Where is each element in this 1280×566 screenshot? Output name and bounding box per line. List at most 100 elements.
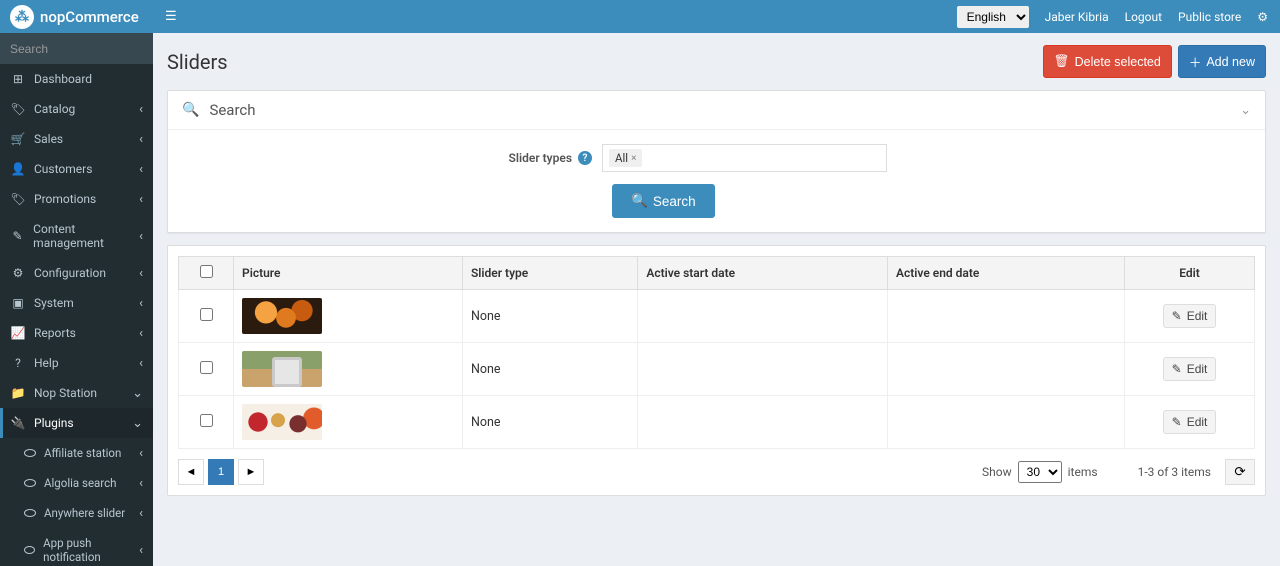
search-panel: 🔍 Search ⌄ Slider types ? All × 🔍 (167, 90, 1266, 233)
logout-link[interactable]: Logout (1125, 10, 1162, 24)
menu-icon: ▣ (10, 296, 26, 310)
pager-prev[interactable]: ◄ (178, 459, 204, 485)
pager-page-1[interactable]: 1 (208, 459, 234, 485)
menu-icon: ? (10, 356, 26, 370)
col-active-start: Active start date (638, 257, 888, 290)
items-info: 1-3 of 3 items (1138, 465, 1211, 479)
user-link[interactable]: Jaber Kibria (1045, 10, 1109, 24)
edit-button[interactable]: ✎ Edit (1163, 357, 1217, 381)
slider-types-tag-all[interactable]: All × (609, 149, 642, 167)
cell-active-start (638, 343, 888, 396)
sidebar-sub-algolia-search[interactable]: Algolia search (0, 468, 153, 498)
trash-icon: 🗑 (1054, 54, 1070, 69)
row-checkbox[interactable] (200, 361, 213, 374)
search-icon: 🔍 (182, 102, 199, 118)
circle-icon (24, 546, 35, 554)
menu-icon: 👤 (10, 162, 26, 176)
sidebar-search-input[interactable] (10, 42, 153, 56)
sidebar-item-reports[interactable]: 📈Reports (0, 318, 153, 348)
slider-thumbnail (242, 351, 322, 387)
select-all-checkbox[interactable] (200, 265, 213, 278)
col-slider-type: Slider type (462, 257, 637, 290)
sidebar-item-sales[interactable]: 🛒Sales (0, 124, 153, 154)
brand-text: nopCommerce (40, 8, 139, 26)
sidebar-toggle[interactable]: ☰ (153, 9, 189, 24)
cell-active-start (638, 396, 888, 449)
page-size-select[interactable]: 30 (1018, 461, 1062, 483)
edit-button[interactable]: ✎ Edit (1163, 304, 1217, 328)
sidebar-item-label: Configuration (34, 266, 106, 280)
search-panel-title: Search (209, 101, 255, 119)
slider-thumbnail (242, 404, 322, 440)
slider-types-row: Slider types ? All × (182, 144, 1251, 172)
sidebar-search[interactable]: 🔍 (0, 33, 153, 64)
slider-types-input[interactable]: All × (602, 144, 887, 172)
col-active-end: Active end date (887, 257, 1124, 290)
row-checkbox[interactable] (200, 414, 213, 427)
page-size-wrap: Show 30 items (982, 461, 1098, 483)
search-button[interactable]: 🔍 Search (612, 184, 715, 218)
sidebar-item-help[interactable]: ? Help (0, 348, 153, 378)
sidebar-item-configuration[interactable]: ⚙Configuration (0, 258, 153, 288)
sidebar-item-label: Dashboard (34, 72, 92, 86)
sidebar-item-dashboard[interactable]: ⊞Dashboard (0, 64, 153, 94)
nav-right: English Jaber Kibria Logout Public store… (957, 6, 1280, 28)
sliders-table: Picture Slider type Active start date Ac… (178, 256, 1255, 449)
edit-button[interactable]: ✎ Edit (1163, 410, 1217, 434)
edit-label: Edit (1187, 309, 1208, 323)
search-panel-body: Slider types ? All × 🔍 Search (168, 130, 1265, 232)
cell-active-end (887, 396, 1124, 449)
pager: ◄ 1 ► (178, 459, 264, 485)
menu-icon: 🛒 (10, 132, 26, 146)
sidebar-item-label: Nop Station (34, 386, 97, 400)
pager-next[interactable]: ► (238, 459, 264, 485)
language-select[interactable]: English (957, 6, 1029, 28)
add-new-button[interactable]: ＋ Add new (1178, 45, 1266, 78)
menu-icon: 🔌 (10, 416, 26, 430)
search-button-row: 🔍 Search (182, 184, 1251, 218)
sidebar-item-system[interactable]: ▣ System (0, 288, 153, 318)
row-checkbox[interactable] (200, 308, 213, 321)
menu-icon: 📈 (10, 326, 26, 340)
sidebar-item-customers[interactable]: 👤Customers (0, 154, 153, 184)
table-footer: ◄ 1 ► Show 30 items 1-3 of 3 items ⟳ (178, 459, 1255, 485)
delete-selected-button[interactable]: 🗑 Delete selected (1043, 45, 1172, 78)
add-new-label: Add new (1206, 55, 1255, 69)
cell-slider-type: None (462, 343, 637, 396)
pencil-icon: ✎ (1172, 415, 1182, 429)
sidebar-sub-affiliate-station[interactable]: Affiliate station (0, 438, 153, 468)
show-label: Show (982, 465, 1012, 479)
help-icon[interactable]: ? (578, 151, 592, 165)
sidebar-item-promotions[interactable]: 🏷Promotions (0, 184, 153, 214)
public-store-link[interactable]: Public store (1178, 10, 1241, 24)
sidebar-sub-app-push-notification[interactable]: App push notification (0, 528, 153, 566)
sidebar-item-content-management[interactable]: ✎Content management (0, 214, 153, 258)
navbar: ⁂ nopCommerce ☰ English Jaber Kibria Log… (0, 0, 1280, 33)
slider-thumbnail (242, 298, 322, 334)
sidebar-item-label: System (34, 296, 74, 310)
edit-label: Edit (1187, 362, 1208, 376)
table-row: None✎ Edit (179, 396, 1255, 449)
slider-types-label: Slider types (509, 151, 572, 165)
sidebar-item-catalog[interactable]: 🏷Catalog (0, 94, 153, 124)
page-header: Sliders 🗑 Delete selected ＋ Add new (167, 45, 1266, 78)
refresh-button[interactable]: ⟳ (1225, 459, 1255, 485)
sidebar-sub-label: App push notification (43, 536, 143, 564)
sidebar-sub-label: Algolia search (44, 476, 116, 490)
sidebar-sub-label: Anywhere slider (44, 506, 125, 520)
settings-icon[interactable]: ⚙ (1257, 10, 1268, 24)
menu-icon: ✎ (10, 229, 25, 243)
tag-remove-icon[interactable]: × (631, 153, 636, 164)
search-button-label: Search (653, 194, 696, 209)
sidebar-item-nop-station[interactable]: 📁Nop Station (0, 378, 153, 408)
sidebar-item-label: Help (34, 356, 59, 370)
sidebar-sub-anywhere-slider[interactable]: Anywhere slider (0, 498, 153, 528)
pencil-icon: ✎ (1172, 362, 1182, 376)
logo[interactable]: ⁂ nopCommerce (0, 0, 153, 33)
sidebar-item-label: Catalog (34, 102, 75, 116)
chevron-down-icon: ⌄ (1240, 103, 1251, 118)
search-panel-header[interactable]: 🔍 Search ⌄ (168, 91, 1265, 130)
circle-icon (24, 449, 36, 457)
sidebar-item-plugins[interactable]: 🔌Plugins (0, 408, 153, 438)
page-title: Sliders (167, 50, 228, 74)
